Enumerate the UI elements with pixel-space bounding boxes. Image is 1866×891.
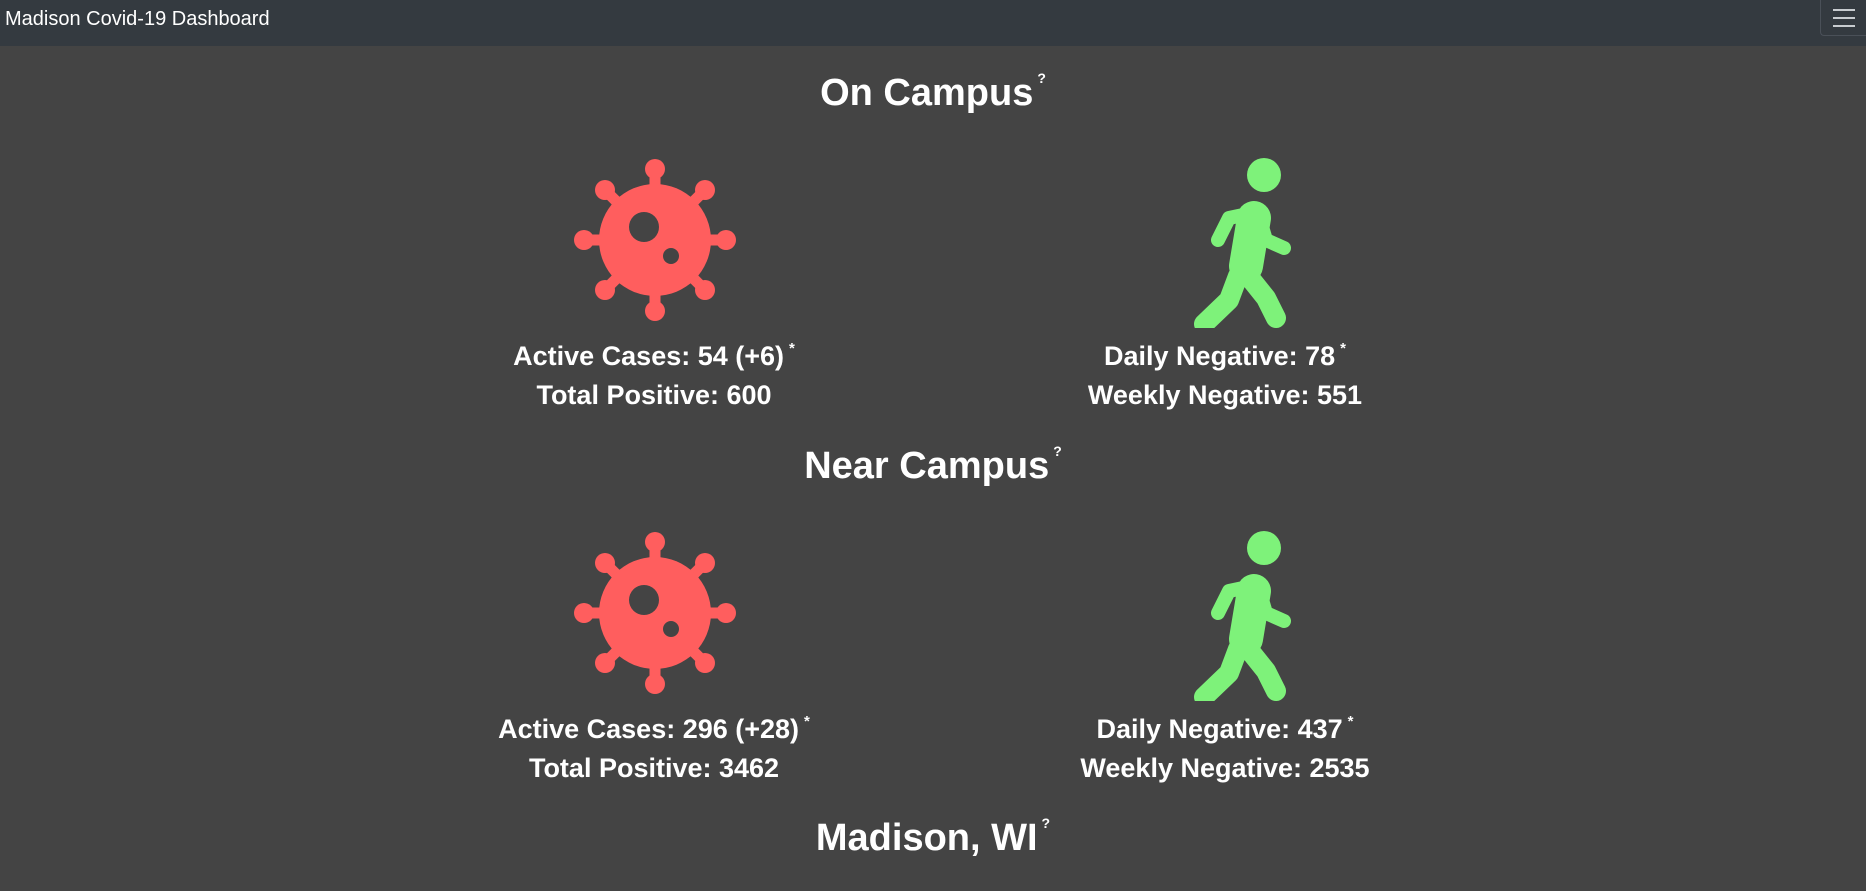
help-icon[interactable]: ? (1037, 70, 1046, 86)
walking-person-icon (1154, 158, 1324, 328)
asterisk-note[interactable]: * (1340, 340, 1346, 357)
asterisk-note[interactable]: * (804, 713, 810, 730)
asterisk-note[interactable]: * (789, 340, 795, 357)
virus-icon (570, 155, 740, 325)
active-cases-stat: Active Cases: 296 (+28) * (498, 713, 810, 744)
section-title-near-campus: Near Campus? (804, 443, 1062, 487)
total-positive-stat: Total Positive: 600 (536, 380, 772, 410)
total-positive-stat: Total Positive: 3462 (528, 753, 780, 783)
help-icon[interactable]: ? (1042, 815, 1051, 831)
active-cases-stat: Active Cases: 54 (+6) * (513, 340, 795, 371)
navbar: Madison Covid-19 Dashboard (0, 0, 1866, 46)
section-title-madison: Madison, WI? (815, 815, 1051, 859)
daily-negative-stat: Daily Negative: 78 * (1104, 340, 1346, 371)
daily-negative-stat: Daily Negative: 437 * (1096, 713, 1354, 744)
walking-person-icon (1154, 531, 1324, 701)
app-title[interactable]: Madison Covid-19 Dashboard (5, 8, 270, 31)
weekly-negative-stat: Weekly Negative: 2535 (1080, 753, 1370, 783)
asterisk-note[interactable]: * (1348, 713, 1354, 730)
section-title-on-campus: On Campus? (820, 70, 1046, 114)
virus-icon (570, 528, 740, 698)
hamburger-menu-icon[interactable] (1820, 0, 1866, 36)
help-icon[interactable]: ? (1053, 443, 1062, 459)
weekly-negative-stat: Weekly Negative: 551 (1087, 380, 1363, 410)
